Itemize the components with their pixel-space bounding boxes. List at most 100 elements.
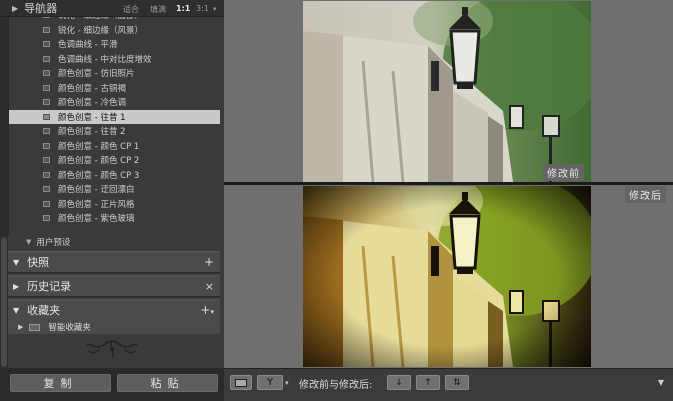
view-divider <box>224 182 673 185</box>
preset-icon <box>43 70 50 76</box>
history-title: 历史记录 <box>27 280 72 293</box>
collapse-triangle-icon[interactable]: ▼ <box>13 258 19 267</box>
copy-after-to-before-button[interactable]: ↑ <box>416 375 440 390</box>
preset-icon <box>43 41 50 47</box>
zoom-dropdown-icon[interactable]: ▾ <box>213 5 217 13</box>
preset-label: 锐化 - 细边缘（面部） <box>58 17 143 21</box>
zoom-fill-option[interactable]: 填满 <box>150 4 166 15</box>
smart-collections-folder[interactable]: ▶ 智能收藏夹 <box>8 320 220 334</box>
preset-icon <box>43 26 50 33</box>
preset-item[interactable]: 颜色创意 - 冷色调 <box>9 95 220 109</box>
preset-label: 颜色创意 - 往昔 1 <box>58 112 126 123</box>
preset-label: 颜色创意 - 迂回漂白 <box>58 185 135 195</box>
preset-item[interactable]: 颜色创意 - 颜色 CP 2 <box>9 153 220 167</box>
zoom-1to1-option[interactable]: 1:1 <box>176 4 190 13</box>
zoom-custom-option[interactable]: 3:1 <box>196 4 209 13</box>
folder-expanded-icon[interactable]: ▼ <box>26 238 31 246</box>
preset-icon <box>43 55 50 62</box>
preset-icon <box>43 215 50 221</box>
before-after-split-button[interactable]: Y <box>257 375 283 390</box>
preset-item[interactable]: 颜色创意 - 古铜褐 <box>9 81 220 95</box>
navigator-title: 导航器 <box>24 2 58 15</box>
navigator-header[interactable]: ▶ 导航器 适合 填满 1:1 3:1 ▾ <box>0 0 224 17</box>
loupe-view-button[interactable] <box>230 375 252 390</box>
add-collection-icon[interactable]: +▾ <box>200 303 214 317</box>
before-after-view: 修改前 修改后 <box>224 0 673 368</box>
preset-icon <box>43 84 50 91</box>
loupe-view-icon <box>235 378 247 387</box>
user-presets-folder[interactable]: ▼ 用户预设 <box>8 235 220 249</box>
preset-item[interactable]: 锐化 - 细边缘（面部） <box>9 17 220 22</box>
preset-item[interactable]: 颜色创意 - 正片风格 <box>9 197 220 211</box>
panel-end-ornament-icon <box>86 340 138 359</box>
snapshots-section-header[interactable]: ▼ 快照 + <box>8 251 220 273</box>
preset-icon <box>43 157 50 163</box>
preset-icon <box>43 200 50 207</box>
before-after-label: 修改前与修改后: <box>299 380 373 391</box>
arrow-down-icon: ↓ <box>395 377 403 388</box>
preset-item[interactable]: 颜色创意 - 颜色 CP 1 <box>9 139 220 153</box>
paste-settings-button[interactable]: 粘贴 <box>117 374 218 392</box>
panel-scrollbar[interactable] <box>0 17 8 368</box>
left-bottom-bar: 复制 粘贴 <box>0 368 224 401</box>
collections-title: 收藏夹 <box>27 304 61 317</box>
preset-item[interactable]: 色调曲线 - 平滑 <box>9 37 220 51</box>
preset-item[interactable]: 颜色创意 - 仿旧照片 <box>9 66 220 80</box>
preset-item[interactable]: 颜色创意 - 往昔 1 <box>9 109 220 124</box>
preset-item[interactable]: 锐化 - 细边缘（风景） <box>9 23 220 37</box>
user-presets-label: 用户预设 <box>36 238 71 248</box>
expand-triangle-icon[interactable]: ▶ <box>18 323 23 331</box>
preset-label: 颜色创意 - 仿旧照片 <box>58 69 135 79</box>
before-label: 修改前 <box>543 164 584 181</box>
preset-label: 颜色创意 - 往昔 2 <box>58 127 126 137</box>
preset-list: 锐化 - 细边缘（面部） 锐化 - 细边缘（风景） 色调曲线 - 平滑色调曲线 - … <box>8 17 220 249</box>
preset-item[interactable]: 颜色创意 - 紫色玻璃 <box>9 211 220 225</box>
preset-label: 颜色创意 - 颜色 CP 1 <box>58 141 140 152</box>
preset-icon <box>43 128 50 134</box>
view-mode-dropdown-icon[interactable]: ▾ <box>285 379 289 387</box>
collapse-triangle-icon[interactable]: ▼ <box>13 306 19 315</box>
history-section-header[interactable]: ▶ 历史记录 × <box>8 275 220 297</box>
preset-label: 色调曲线 - 平滑 <box>58 40 118 50</box>
split-view-icon: Y <box>266 376 274 388</box>
copy-settings-button[interactable]: 复制 <box>10 374 111 392</box>
swap-arrows-icon: ⇅ <box>453 377 461 388</box>
compare-toolbar: Y ▾ 修改前与修改后: ↓ ↑ ⇅ ▼ <box>224 368 673 401</box>
preset-item[interactable]: 颜色创意 - 颜色 CP 3 <box>9 168 220 182</box>
preset-label: 颜色创意 - 颜色 CP 2 <box>58 156 140 166</box>
expand-triangle-icon[interactable]: ▶ <box>12 4 18 13</box>
smart-collection-icon <box>29 323 41 331</box>
copy-before-to-after-button[interactable]: ↓ <box>387 375 411 390</box>
preset-label: 锐化 - 细边缘（风景） <box>58 25 143 36</box>
preset-icon <box>43 142 50 149</box>
add-snapshot-icon[interactable]: + <box>204 255 214 269</box>
collections-section-header[interactable]: ▼ 收藏夹 +▾ <box>8 299 220 321</box>
arrow-up-icon: ↑ <box>424 377 432 388</box>
zoom-fit-option[interactable]: 适合 <box>123 4 139 15</box>
preset-label: 颜色创意 - 颜色 CP 3 <box>58 170 140 181</box>
before-photo[interactable]: 修改前 <box>303 1 591 182</box>
swap-before-after-button[interactable]: ⇅ <box>445 375 469 390</box>
preset-label: 色调曲线 - 中对比度增效 <box>58 54 152 65</box>
scrollbar-thumb[interactable] <box>1 237 7 367</box>
preset-item[interactable]: 色调曲线 - 中对比度增效 <box>9 52 220 66</box>
preset-icon <box>43 99 50 105</box>
smart-collections-label: 智能收藏夹 <box>48 323 91 333</box>
preset-item[interactable]: 颜色创意 - 迂回漂白 <box>9 182 220 196</box>
after-photo[interactable] <box>303 186 591 367</box>
snapshots-title: 快照 <box>27 256 50 269</box>
expand-triangle-icon[interactable]: ▶ <box>13 282 19 291</box>
preset-label: 颜色创意 - 正片风格 <box>58 199 135 210</box>
preset-item[interactable]: 颜色创意 - 往昔 2 <box>9 124 220 138</box>
preset-icon <box>43 186 50 192</box>
preset-icon <box>43 113 50 120</box>
preset-label: 颜色创意 - 古铜褐 <box>58 83 126 94</box>
preset-icon <box>43 171 50 178</box>
toolbar-menu-icon[interactable]: ▼ <box>658 378 664 387</box>
clear-history-icon[interactable]: × <box>205 280 214 293</box>
left-panel: ▶ 导航器 适合 填满 1:1 3:1 ▾ 锐化 - 细边缘（面部）锐化 - 细… <box>0 0 224 401</box>
preset-label: 颜色创意 - 冷色调 <box>58 98 126 108</box>
after-label: 修改后 <box>625 186 666 203</box>
preset-label: 颜色创意 - 紫色玻璃 <box>58 214 135 224</box>
preset-icon <box>43 17 50 18</box>
